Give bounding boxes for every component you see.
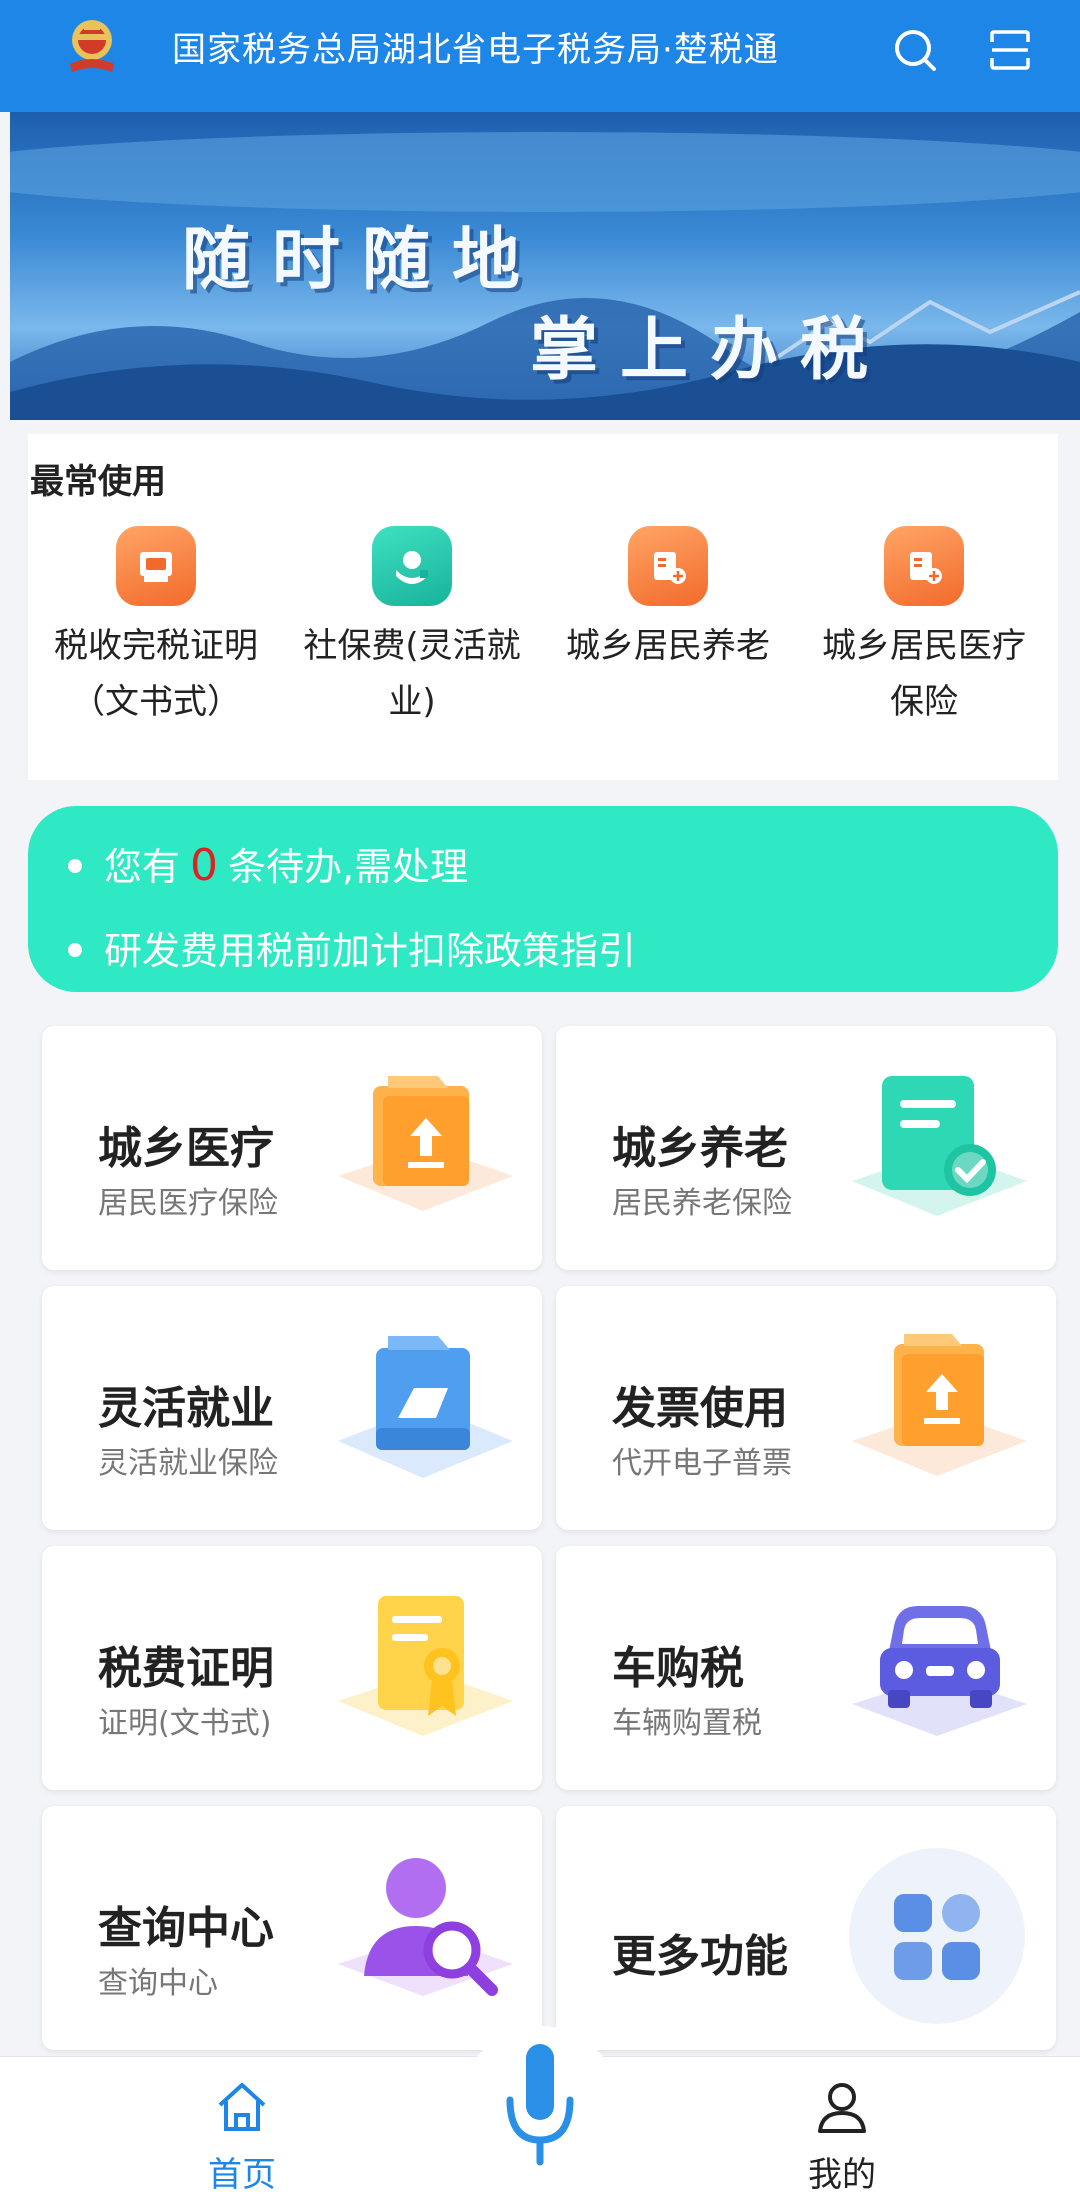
grid-icon	[849, 1848, 1025, 2024]
card-invoice-use[interactable]: 发票使用 代开电子普票	[556, 1286, 1056, 1530]
card-subtitle: 代开电子普票	[612, 1446, 792, 1481]
card-title: 发票使用	[612, 1383, 788, 1434]
card-vehicle-tax[interactable]: 车购税 车辆购置税	[556, 1546, 1056, 1790]
frequent-title: 最常使用	[30, 462, 166, 502]
medical-insurance-icon	[884, 526, 964, 606]
todo-prefix: 您有	[104, 845, 181, 889]
nav-home-label: 首页	[208, 2155, 276, 2195]
card-subtitle: 查询中心	[98, 1966, 218, 2001]
search-icon[interactable]	[890, 24, 942, 76]
card-title: 税费证明	[98, 1643, 274, 1694]
user-icon	[818, 2083, 866, 2133]
tax-certificate-icon	[116, 526, 196, 606]
frequent-item-social-security[interactable]: 社保费(灵活就业)	[292, 526, 532, 730]
policy-notice-link[interactable]: 研发费用税前加计扣除政策指引	[68, 920, 636, 975]
card-title: 查询中心	[98, 1903, 274, 1954]
todo-count: 0	[190, 840, 219, 891]
microphone-icon[interactable]	[500, 2040, 580, 2170]
card-title: 城乡医疗	[98, 1123, 274, 1174]
card-flexible-employment[interactable]: 灵活就业 灵活就业保险	[42, 1286, 542, 1530]
document-check-icon	[852, 1076, 1027, 1216]
app-title: 国家税务总局湖北省电子税务局·楚税通	[172, 30, 779, 70]
card-subtitle: 证明(文书式)	[98, 1706, 272, 1741]
app-header: 国家税务总局湖北省电子税务局·楚税通	[0, 0, 1080, 112]
todo-suffix: 条待办,需处理	[228, 845, 469, 889]
card-subtitle: 居民医疗保险	[98, 1186, 278, 1221]
card-more-functions[interactable]: 更多功能	[556, 1806, 1056, 2050]
card-title: 灵活就业	[98, 1383, 274, 1434]
bullet-dot	[68, 942, 82, 957]
frequent-item-pension[interactable]: 城乡居民养老	[548, 526, 788, 674]
certificate-icon	[338, 1596, 513, 1736]
frequent-item-tax-certificate[interactable]: 税收完税证明（文书式）	[36, 526, 276, 730]
user-search-icon	[338, 1858, 513, 1996]
card-urban-rural-pension[interactable]: 城乡养老 居民养老保险	[556, 1026, 1056, 1270]
card-title: 城乡养老	[612, 1123, 788, 1174]
todo-notice[interactable]: 您有 0 条待办,需处理	[68, 836, 468, 891]
nav-home[interactable]: 首页	[162, 2077, 322, 2196]
scan-icon[interactable]	[984, 24, 1036, 76]
card-subtitle: 居民养老保险	[612, 1186, 792, 1221]
social-security-icon	[372, 526, 452, 606]
invoice-upload-icon	[852, 1334, 1027, 1476]
frequent-section: 最常使用 税收完税证明（文书式） 社保费(灵活就业) 城乡居民养老 城乡居民医疗…	[28, 434, 1058, 780]
tax-emblem-logo	[70, 20, 114, 72]
card-query-center[interactable]: 查询中心 查询中心	[42, 1806, 542, 2050]
frequent-item-label: 社保费(灵活就业)	[303, 626, 521, 722]
promo-banner[interactable]: 随时随地 掌上办税	[10, 112, 1080, 420]
frequent-item-label: 城乡居民养老	[566, 626, 770, 666]
card-subtitle: 车辆购置税	[612, 1706, 762, 1741]
card-title: 更多功能	[612, 1931, 788, 1982]
card-tax-certificate[interactable]: 税费证明 证明(文书式)	[42, 1546, 542, 1790]
pension-icon	[628, 526, 708, 606]
banner-slogan-2: 掌上办税	[530, 310, 891, 390]
notice-panel: 您有 0 条待办,需处理 研发费用税前加计扣除政策指引	[28, 806, 1058, 992]
nav-mine-label: 我的	[808, 2155, 876, 2195]
frequent-item-medical[interactable]: 城乡居民医疗保险	[804, 526, 1044, 730]
card-title: 车购税	[612, 1643, 744, 1694]
folder-upload-icon	[338, 1076, 513, 1211]
car-icon	[852, 1606, 1027, 1736]
banner-slogan-1: 随时随地	[182, 220, 543, 300]
card-urban-rural-medical[interactable]: 城乡医疗 居民医疗保险	[42, 1026, 542, 1270]
nav-mine[interactable]: 我的	[762, 2077, 922, 2196]
folder-icon	[338, 1336, 513, 1478]
home-icon	[218, 2083, 266, 2131]
frequent-item-label: 城乡居民医疗保险	[822, 626, 1026, 722]
frequent-item-label: 税收完税证明（文书式）	[54, 626, 258, 722]
bullet-dot	[68, 858, 82, 873]
policy-text: 研发费用税前加计扣除政策指引	[104, 929, 637, 973]
card-subtitle: 灵活就业保险	[98, 1446, 278, 1481]
